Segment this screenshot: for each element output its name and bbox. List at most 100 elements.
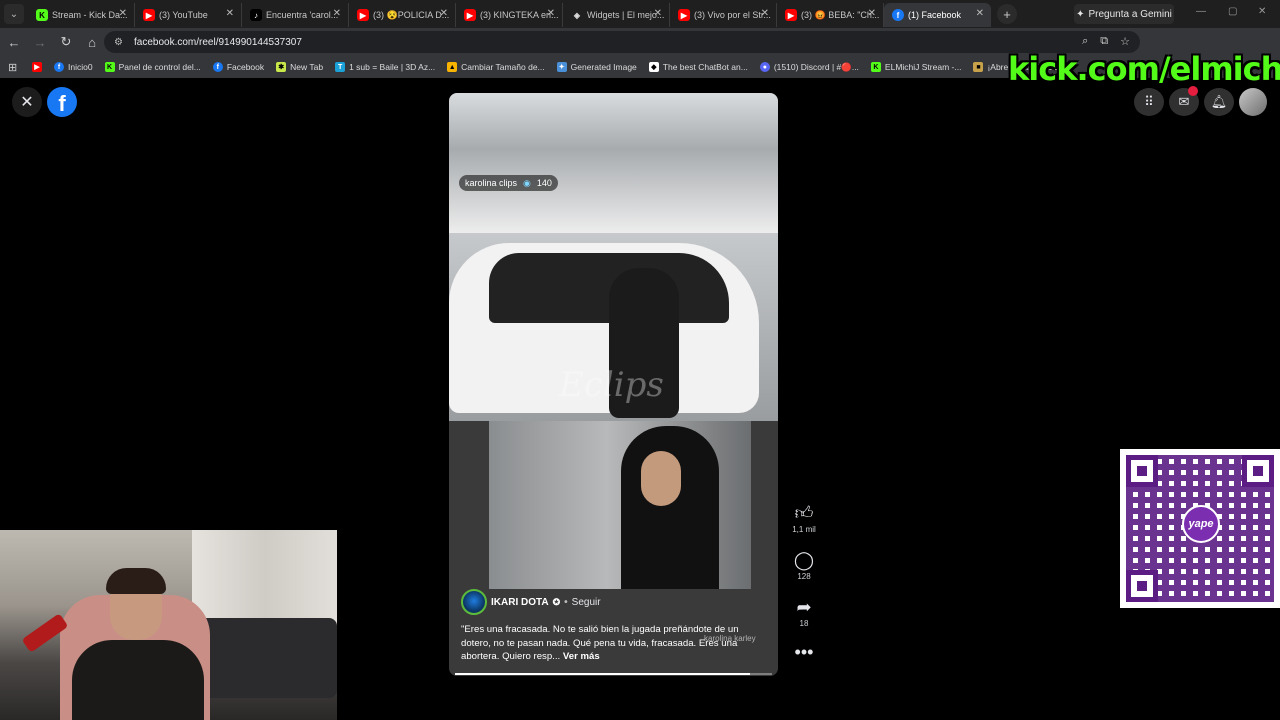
bookmark-label: The best ChatBot an... [662,62,748,72]
bookmark-star-icon[interactable]: ☆ [1120,35,1130,48]
tab-youtube[interactable]: ▶ (3) YouTube ✕ [135,3,242,27]
clip-label: karolina clips ◉ 140 [459,175,558,191]
tab-kick[interactable]: K Stream - Kick Da... ✕ [28,3,135,27]
tab-facebook[interactable]: f (1) Facebook ✕ [884,3,991,27]
bookmark-label: Facebook [226,62,265,72]
omnibox-actions: ⌕ ⧉ ☆ [1082,35,1130,48]
close-icon[interactable]: ✕ [868,8,876,19]
kick-handle-overlay: kick.com/elmichij [1008,50,1280,88]
bookmark-youtube[interactable]: ▶ [32,62,42,72]
address-bar[interactable]: ⚙ facebook.com/reel/914990144537307 ⌕ ⧉ … [104,31,1140,53]
youtube-icon: ▶ [32,62,42,72]
tab-label: (3) 😵POLICIA D... [373,9,450,20]
install-app-icon[interactable]: ⧉ [1100,35,1108,48]
bell-icon: 🔔︎ [1210,94,1228,109]
qr-finder [1126,455,1158,487]
share-count: 18 [799,619,809,628]
tab-youtube-beba[interactable]: ▶ (3) 😡 BEBA: "Ch... ✕ [777,3,884,27]
webcam-streamer-hair [106,568,166,594]
avatar[interactable] [461,589,487,615]
facebook-logo[interactable]: f [47,87,77,117]
bookmark-item[interactable]: f Inicio0 [54,62,93,72]
bookmark-item[interactable]: ✦ Generated Image [556,62,637,72]
clip-count: 140 [536,178,552,188]
bookmark-item[interactable]: K Panel de control del... [104,62,201,72]
bookmark-item[interactable]: ● (1510) Discord | #🔴... [759,62,859,73]
inset-person [621,426,719,589]
tab-label: (3) Vivo por el Str... [694,10,771,20]
close-icon[interactable]: ✕ [547,8,555,19]
maximize-icon[interactable]: ▢ [1228,6,1237,17]
more-dots-icon: ••• [794,642,814,662]
tab-search-button[interactable]: ⌄ [4,4,24,24]
forward-button[interactable]: → [28,30,52,54]
tab-label: Stream - Kick Da... [52,10,128,20]
close-icon[interactable]: ✕ [226,8,234,19]
youtube-icon: ▶ [143,9,155,21]
apps-grid-icon[interactable]: ⊞ [8,61,22,74]
share-button[interactable]: ➦ 18 [789,597,819,628]
qr-finder [1126,570,1158,602]
tab-youtube-kingteka[interactable]: ▶ (3) KINGTEKA en... ✕ [456,3,563,27]
close-reel-button[interactable]: ✕ [12,87,42,117]
like-count: 1,1 mil [792,525,816,534]
tab-youtube-vivo[interactable]: ▶ (3) Vivo por el Str... ✕ [670,3,777,27]
see-more-link[interactable]: Ver más [563,651,600,662]
comment-button[interactable]: ◯ 128 [789,550,819,581]
reel-video[interactable]: Eclips karolina clips ◉ 140 karolina karl… [449,93,778,676]
close-icon[interactable]: ✕ [654,8,662,19]
video-progress-bar[interactable] [455,673,772,675]
home-button[interactable]: ⌂ [80,30,104,54]
facebook-icon: f [54,62,64,72]
window-close-icon[interactable]: ✕ [1258,6,1266,17]
youtube-icon: ▶ [785,9,797,21]
kick-icon: K [870,62,881,72]
bookmark-label: ELMichiJ Stream -... [884,62,962,72]
webcam-streamer-body [72,640,204,720]
new-tab-button[interactable]: + [997,4,1017,24]
back-button[interactable]: ← [2,30,26,54]
shield-icon: ◈ [573,10,581,20]
bookmark-label: 1 sub = Baile | 3D Az... [349,62,436,72]
webcam-feed [0,530,337,720]
menu-grid-button[interactable]: ⠿ [1134,88,1164,116]
follow-button[interactable]: Seguir [572,597,601,608]
bookmark-item[interactable]: ▲ Cambiar Tamaño de... [447,62,545,72]
bookmark-item[interactable]: ◆ The best ChatBot an... [648,62,748,72]
gemini-label: Pregunta a Gemini [1088,8,1172,20]
sparkle-icon: ✦ [1076,8,1085,20]
bookmark-label: Generated Image [570,62,637,72]
avatar[interactable] [1239,88,1267,116]
bookmark-item[interactable]: T1 sub = Baile | 3D Az... [335,62,435,72]
notifications-button[interactable]: 🔔︎ [1204,88,1234,116]
close-icon[interactable]: ✕ [333,8,341,19]
messenger-icon: ✉ [1178,94,1190,109]
tab-youtube-policia[interactable]: ▶ (3) 😵POLICIA D... ✕ [349,3,456,27]
reload-button[interactable]: ↻ [54,30,78,54]
video-watermark: Eclips [559,365,664,405]
kick-icon: K [36,9,48,21]
tab-tiktok[interactable]: ♪ Encuentra 'carol... ✕ [242,3,349,27]
close-icon[interactable]: ✕ [976,8,984,19]
more-options-button[interactable]: ••• [789,642,819,662]
close-icon[interactable]: ✕ [440,8,448,19]
author-name[interactable]: IKARI DOTA [491,597,549,608]
tiktok-icon: ♪ [250,9,262,21]
share-icon: ➦ [796,597,812,617]
tab-widgets[interactable]: ◈ Widgets | El mejo... ✕ [563,3,670,27]
site-info-icon[interactable]: ⚙ [114,36,126,48]
dot-separator: • [564,596,568,608]
thumbs-up-icon: 👍︎ [794,503,814,523]
minimize-icon[interactable]: — [1196,6,1206,17]
close-icon: ✕ [20,94,34,111]
close-icon[interactable]: ✕ [761,8,769,19]
bookmark-item[interactable]: f Facebook [212,62,265,72]
gemini-button[interactable]: ✦ Pregunta a Gemini [1074,4,1174,24]
kick-icon: K [104,62,115,72]
like-button[interactable]: 👍︎ 1,1 mil [789,503,819,534]
close-icon[interactable]: ✕ [119,8,127,19]
bookmark-item[interactable]: K ELMichiJ Stream -... [870,62,962,72]
zoom-icon[interactable]: ⌕ [1082,35,1088,48]
bookmark-item[interactable]: ✱ New Tab [276,62,323,72]
video-inset [489,421,751,589]
